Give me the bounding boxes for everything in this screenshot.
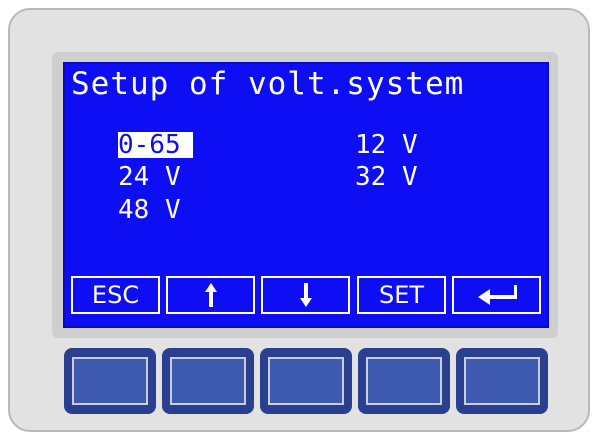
- screen-title: Setup of volt.system: [71, 66, 465, 102]
- option-12v[interactable]: 12 V: [355, 132, 418, 158]
- softkey-up: [166, 276, 255, 314]
- softkey-esc: ESC: [71, 276, 160, 314]
- enter-icon: [476, 283, 518, 307]
- option-32v[interactable]: 32 V: [355, 164, 418, 190]
- hardware-button-5[interactable]: [456, 348, 548, 414]
- softkey-set: SET: [357, 276, 446, 314]
- softkey-down: [261, 276, 350, 314]
- option-0-65[interactable]: 0-65: [118, 132, 193, 158]
- option-24v[interactable]: 24 V: [118, 164, 181, 190]
- lcd-screen: Setup of volt.system 0-65 24 V 48 V 12 V…: [63, 62, 549, 328]
- arrow-up-icon: [204, 282, 218, 308]
- arrow-down-icon: [299, 282, 313, 308]
- hardware-button-4[interactable]: [358, 348, 450, 414]
- softkey-esc-label: ESC: [91, 281, 140, 309]
- option-48v[interactable]: 48 V: [118, 197, 181, 223]
- hardware-button-row: [64, 348, 550, 414]
- softkey-set-label: SET: [378, 281, 425, 309]
- hardware-button-1[interactable]: [64, 348, 156, 414]
- hardware-button-2[interactable]: [162, 348, 254, 414]
- softkey-bar: ESC SET: [71, 276, 543, 316]
- softkey-enter: [452, 276, 541, 314]
- hardware-button-3[interactable]: [260, 348, 352, 414]
